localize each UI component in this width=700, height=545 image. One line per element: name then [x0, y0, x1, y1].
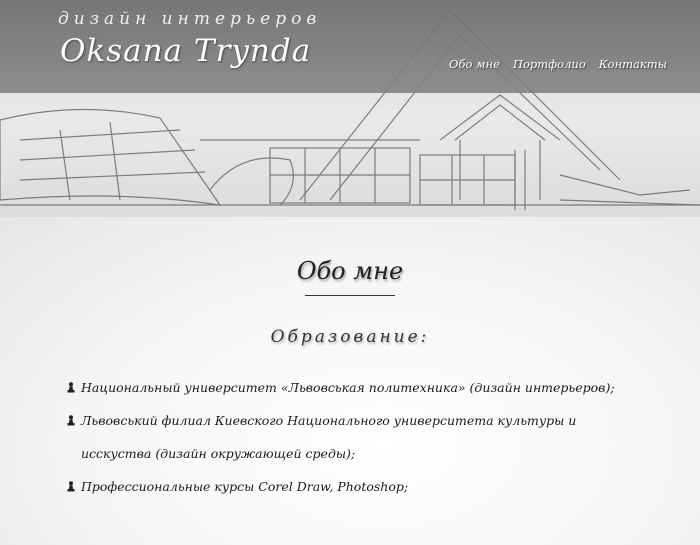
nav-link-portfolio[interactable]: Портфолио: [513, 57, 586, 71]
nav-link-contacts[interactable]: Контакты: [599, 57, 667, 71]
list-item: Львовський филиал Киевского Национальног…: [66, 404, 636, 470]
logo-title[interactable]: Oksana Trynda: [60, 33, 311, 69]
title-underline: [305, 295, 395, 296]
list-item: Национальный университет «Львовськая пол…: [66, 371, 636, 404]
header: дизайн интерьеров Oksana Trynda Обо мне …: [0, 0, 700, 217]
page-title: Обо мне: [296, 257, 404, 285]
chess-pawn-icon: [67, 415, 75, 426]
education-list: Национальный университет «Львовськая пол…: [66, 371, 636, 503]
list-item: Профессиональные курсы Corel Draw, Photo…: [66, 470, 636, 503]
chess-pawn-icon: [67, 481, 75, 492]
education-item-text: Профессиональные курсы Corel Draw, Photo…: [81, 479, 409, 494]
main-content: Обо мне Образование: Национальный универ…: [0, 217, 700, 545]
section-heading-education: Образование:: [270, 327, 430, 347]
education-item-text: Львовський филиал Киевского Национальног…: [81, 413, 577, 461]
nav-link-about[interactable]: Обо мне: [449, 57, 500, 71]
main-nav: Обо мне Портфолио Контакты: [449, 57, 667, 71]
logo-subtitle: дизайн интерьеров: [58, 9, 322, 29]
chess-pawn-icon: [67, 382, 75, 393]
education-item-text: Национальный университет «Львовськая пол…: [81, 380, 615, 395]
